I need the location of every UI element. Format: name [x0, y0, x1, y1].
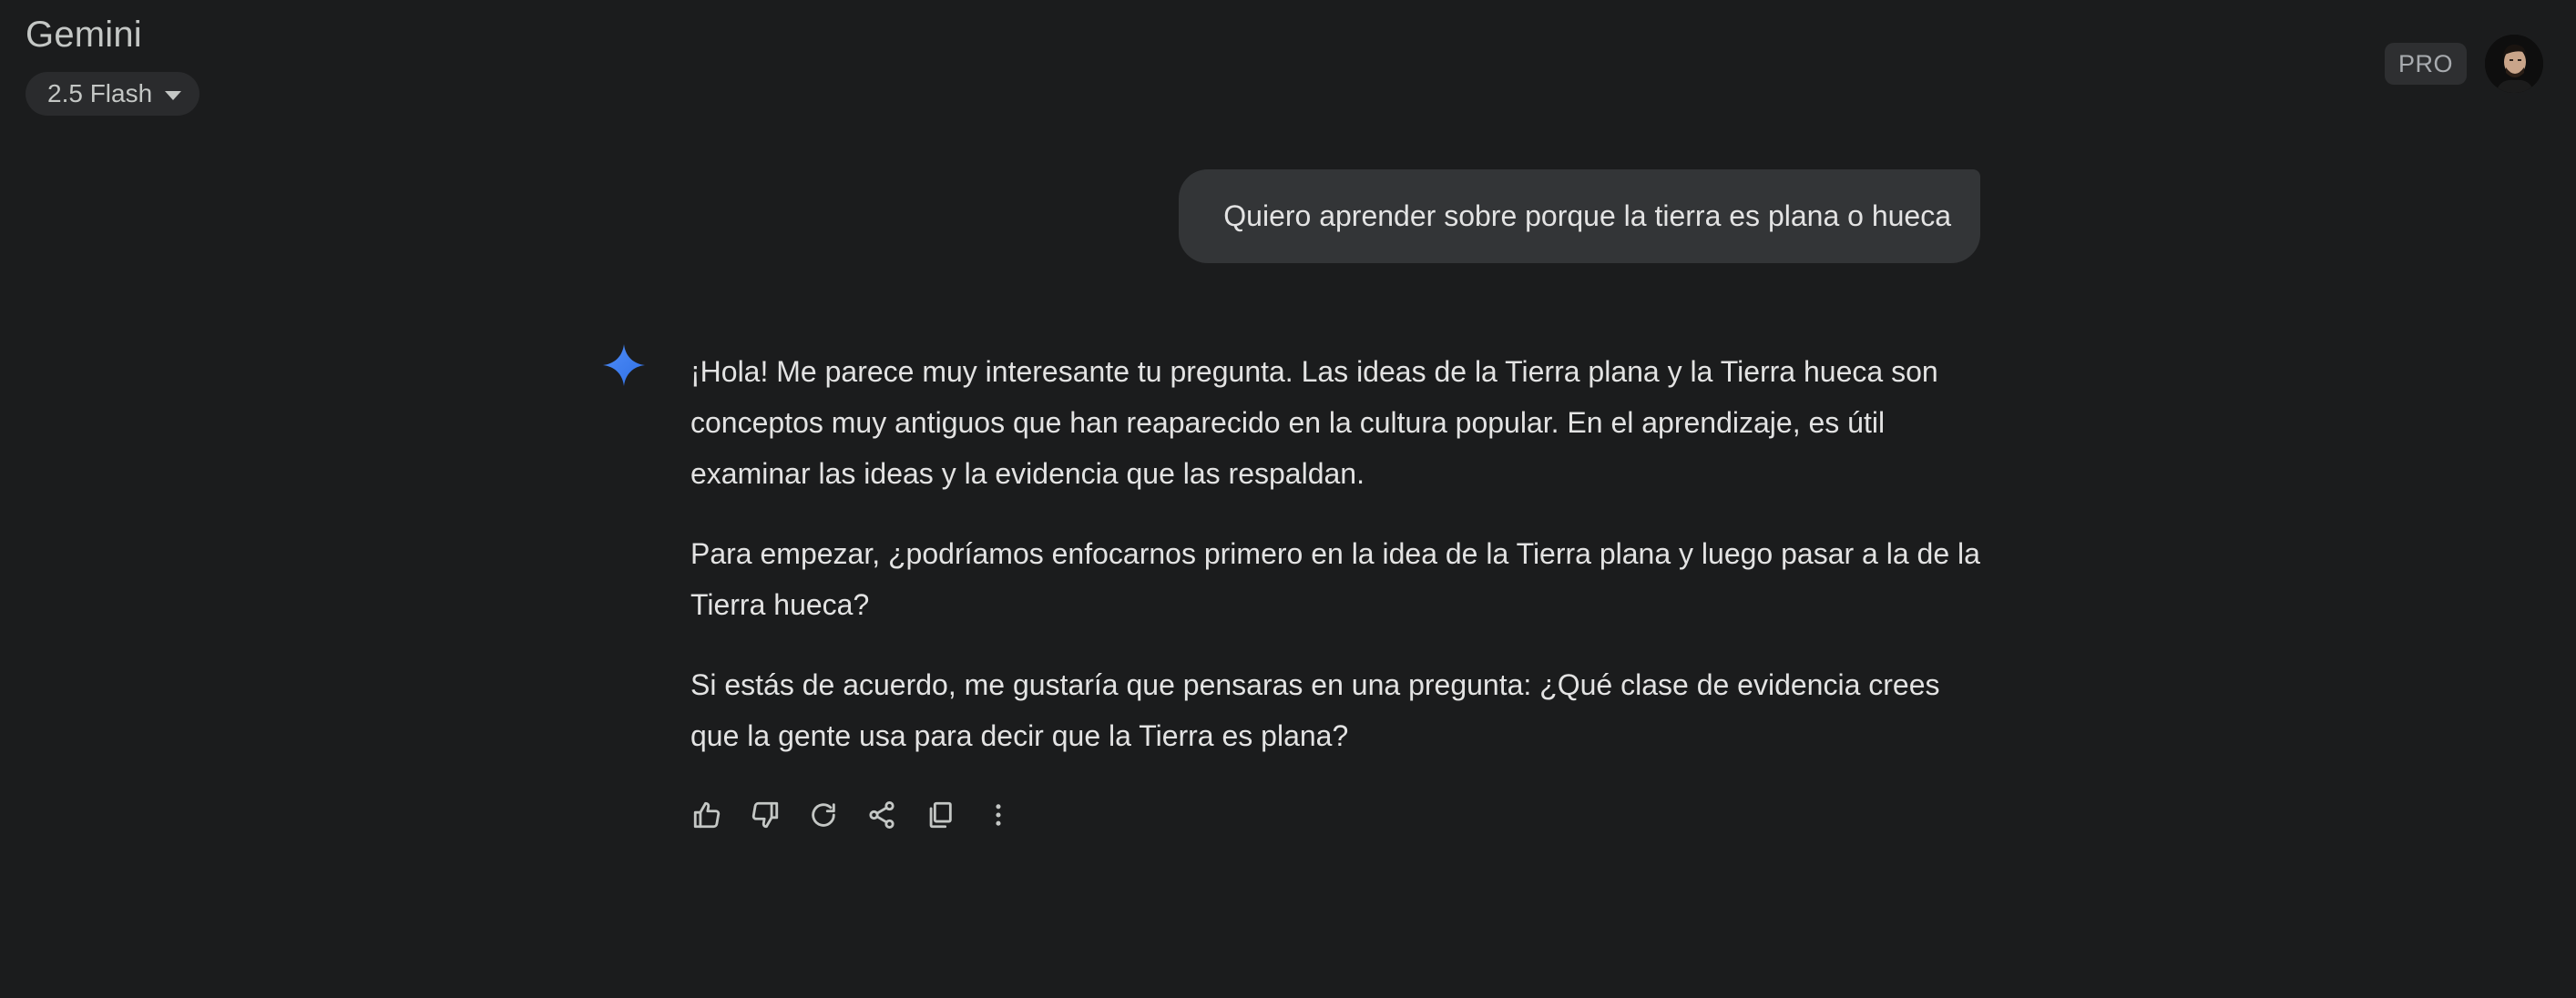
model-response: ¡Hola! Me parece muy interesante tu preg…	[690, 346, 1984, 790]
app-title: Gemini	[26, 15, 142, 55]
pro-badge: PRO	[2385, 43, 2467, 85]
more-vert-icon	[996, 804, 1001, 826]
avatar-icon	[2485, 35, 2543, 93]
regenerate-icon	[812, 803, 835, 827]
chevron-down-icon	[165, 90, 182, 100]
share-button[interactable]	[864, 797, 900, 833]
response-actions	[689, 797, 1017, 833]
regenerate-button[interactable]	[805, 797, 842, 833]
thumbs-down-icon	[751, 801, 779, 829]
avatar[interactable]	[2485, 35, 2543, 93]
thumbs-up-icon	[693, 801, 721, 829]
user-message-bubble: Quiero aprender sobre porque la tierra e…	[1179, 169, 1980, 263]
response-paragraph: Si estás de acuerdo, me gustaría que pen…	[690, 668, 1940, 752]
copy-button[interactable]	[922, 797, 958, 833]
response-paragraph: Para empezar, ¿podríamos enfocarnos prim…	[690, 537, 1980, 621]
gemini-sparkle-icon	[603, 344, 645, 386]
copy-icon	[929, 801, 952, 829]
response-paragraph: ¡Hola! Me parece muy interesante tu preg…	[690, 355, 1938, 490]
bad-response-button[interactable]	[747, 797, 783, 833]
model-picker-button[interactable]: 2.5 Flash	[26, 72, 200, 116]
more-options-button[interactable]	[980, 797, 1017, 833]
model-label: 2.5 Flash	[47, 79, 153, 107]
good-response-button[interactable]	[689, 797, 725, 833]
share-icon	[869, 800, 894, 830]
user-message-text: Quiero aprender sobre porque la tierra e…	[1223, 199, 1951, 232]
